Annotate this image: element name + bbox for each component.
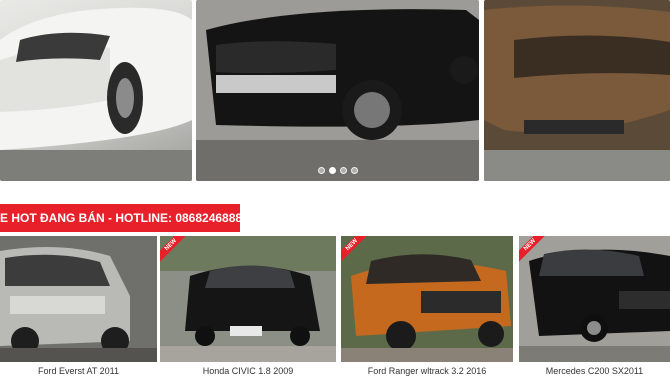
car-title[interactable]: Ford Everst AT 2011 (0, 366, 157, 376)
bronze-suv-photo (484, 0, 670, 181)
black-suv-photo (196, 0, 479, 181)
slider-dot-3[interactable] (340, 167, 347, 174)
new-ribbon: NEW (341, 236, 367, 262)
slider-dot-1[interactable] (318, 167, 325, 174)
car-thumbnail[interactable]: NEW (160, 236, 336, 362)
hot-cars-banner: E HOT ĐANG BÁN - HOTLINE: 0868246888 (0, 204, 240, 232)
car-title[interactable]: Mercedes C200 SX2011 (519, 366, 670, 376)
featured-cars-list: Ford Everst AT 2011 NEW Honda CIVIC 1.8 … (0, 236, 670, 377)
slide-white-suv[interactable] (0, 0, 192, 181)
new-ribbon: NEW (160, 236, 186, 262)
car-thumbnail[interactable] (0, 236, 157, 362)
car-image-slider[interactable] (0, 0, 670, 183)
slider-pagination (318, 167, 358, 174)
car-card-honda-civic[interactable]: NEW Honda CIVIC 1.8 2009 (160, 236, 336, 377)
car-thumbnail[interactable]: NEW (519, 236, 670, 362)
white-suv-photo (0, 7, 192, 181)
slide-black-suv[interactable] (196, 0, 479, 181)
car-card-mercedes-c200[interactable]: NEW Mercedes C200 SX2011 (519, 236, 670, 377)
black-sedan-photo (160, 236, 336, 362)
slider-dot-2[interactable] (329, 167, 336, 174)
car-card-ford-ranger[interactable]: NEW Ford Ranger wltrack 3.2 2016 (341, 236, 513, 377)
slider-dot-4[interactable] (351, 167, 358, 174)
car-title[interactable]: Ford Ranger wltrack 3.2 2016 (341, 366, 513, 376)
car-thumbnail[interactable]: NEW (341, 236, 513, 362)
car-card-ford-everest[interactable]: Ford Everst AT 2011 (0, 236, 157, 377)
slide-bronze-suv[interactable] (484, 0, 670, 181)
new-ribbon: NEW (519, 236, 545, 262)
silver-suv-photo (0, 236, 157, 362)
car-title[interactable]: Honda CIVIC 1.8 2009 (160, 366, 336, 376)
